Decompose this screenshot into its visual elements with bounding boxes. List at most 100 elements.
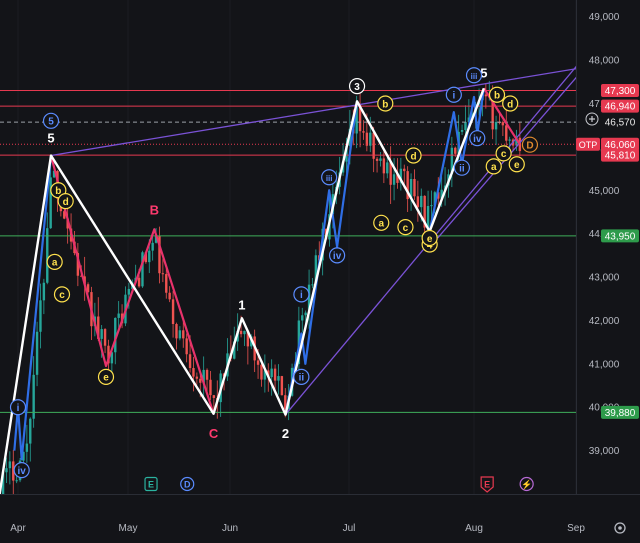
candle-body [195, 376, 199, 379]
candle-body [161, 273, 165, 275]
candle-body [505, 125, 508, 141]
candle-body [243, 330, 246, 335]
wave-label-text: ii [299, 373, 305, 384]
event-marker-text: E [148, 480, 154, 490]
candle-body [362, 131, 365, 133]
wave-label: B [150, 202, 159, 217]
wave-label-text: a [378, 219, 384, 230]
candle-body [151, 242, 154, 251]
wave-label: a [46, 253, 63, 270]
wave-label-text: b [494, 91, 500, 102]
time-axis-border [0, 494, 640, 495]
candle-body [239, 330, 243, 335]
gear-center-icon [618, 526, 622, 530]
price-axis-border [576, 0, 577, 494]
wave-label: i [9, 399, 27, 416]
wave-label: iii [465, 67, 483, 84]
wave-label: d [405, 147, 422, 164]
x-tick-label: May [119, 523, 138, 534]
candle-body [39, 300, 42, 332]
candle-body [148, 250, 151, 263]
wave-label-text: 1 [238, 298, 245, 313]
candle-body [311, 284, 314, 286]
otp-badge-text: OTP [579, 140, 598, 150]
candle-body [460, 129, 464, 132]
wave-label-text: e [103, 373, 109, 384]
candle-body [192, 368, 195, 377]
wave-label-text: i [17, 403, 20, 414]
wave-label: 3 [348, 78, 366, 95]
wave-label-text: b [382, 99, 388, 110]
price-label-text: 46,570 [605, 118, 636, 129]
wave-label-text: ii [459, 163, 465, 174]
candle-body [273, 368, 277, 381]
wave-label-text: c [403, 223, 409, 234]
x-tick-label: Aug [465, 523, 483, 534]
wave-label: a [373, 214, 390, 231]
candle-body [256, 360, 260, 365]
wave-label: D [521, 136, 539, 153]
candle-body [413, 178, 416, 197]
candle-body [430, 205, 433, 207]
wave-label-text: i [300, 290, 303, 301]
candle-body [182, 330, 185, 339]
candle-body [379, 158, 382, 161]
wave-label: 5 [42, 112, 60, 129]
candle-body [168, 292, 171, 300]
price-label: 46,570 [605, 118, 636, 129]
wave-label: i [293, 286, 310, 303]
candle-body [403, 168, 406, 172]
wave-label: 2 [282, 426, 289, 441]
y-tick-label: 48,000 [589, 56, 620, 67]
wave-label: iv [13, 462, 30, 479]
wave-label-text: a [52, 258, 58, 269]
candle-body [171, 299, 175, 325]
wave-label-text: c [501, 149, 507, 160]
price-chart[interactable]: 55BC12345iiiiiiiviiiiviiiiivbdacebdacebd… [0, 0, 640, 543]
candle-body [175, 324, 178, 339]
wave-label-text: d [63, 197, 69, 208]
otp-badge: OTP [576, 137, 600, 151]
wave-label-text: iv [333, 251, 342, 262]
wave-label-text: 3 [354, 82, 360, 93]
wave-label-text: 5 [47, 131, 54, 146]
price-label: 46,940 [601, 99, 639, 113]
candle-body [42, 282, 46, 301]
candle-body [280, 376, 284, 396]
event-marker-text: D [184, 480, 191, 490]
event-marker[interactable]: ⚡ [519, 476, 534, 492]
wave-label: 5 [47, 131, 54, 146]
price-label-text: 43,950 [605, 231, 636, 242]
wave-label: C [209, 426, 219, 441]
candle-body [103, 329, 107, 346]
candle-body [46, 228, 49, 283]
candle-body [375, 158, 379, 161]
wave-label-text: 2 [282, 426, 289, 441]
candle-body [501, 122, 505, 126]
wave-label: b [488, 86, 506, 103]
wave-label: c [495, 145, 512, 162]
wave-label-text: iv [17, 466, 26, 477]
candle-body [392, 174, 396, 185]
x-tick-label: Jul [343, 523, 356, 534]
x-tick-label: Sep [567, 523, 585, 534]
y-tick-label: 41,000 [589, 359, 620, 370]
x-tick-label: Jun [222, 523, 238, 534]
wave-label-text: d [410, 151, 416, 162]
candle-body [386, 162, 389, 174]
candle-body [5, 468, 8, 473]
candle-body [199, 378, 202, 383]
wave-label-text: e [514, 160, 520, 171]
event-marker-text: E [484, 480, 490, 490]
candle-body [205, 369, 209, 380]
candle-body [137, 277, 141, 287]
candle-body [420, 195, 423, 208]
wave-label-text: e [427, 234, 433, 245]
wave-label: c [397, 219, 414, 236]
wave-label: a [485, 158, 502, 175]
wave-label: 1 [238, 298, 245, 313]
wave-label-text: iv [473, 134, 482, 145]
wave-label: i [445, 86, 462, 103]
y-tick-label: 42,000 [589, 316, 620, 327]
candle-body [165, 274, 168, 293]
